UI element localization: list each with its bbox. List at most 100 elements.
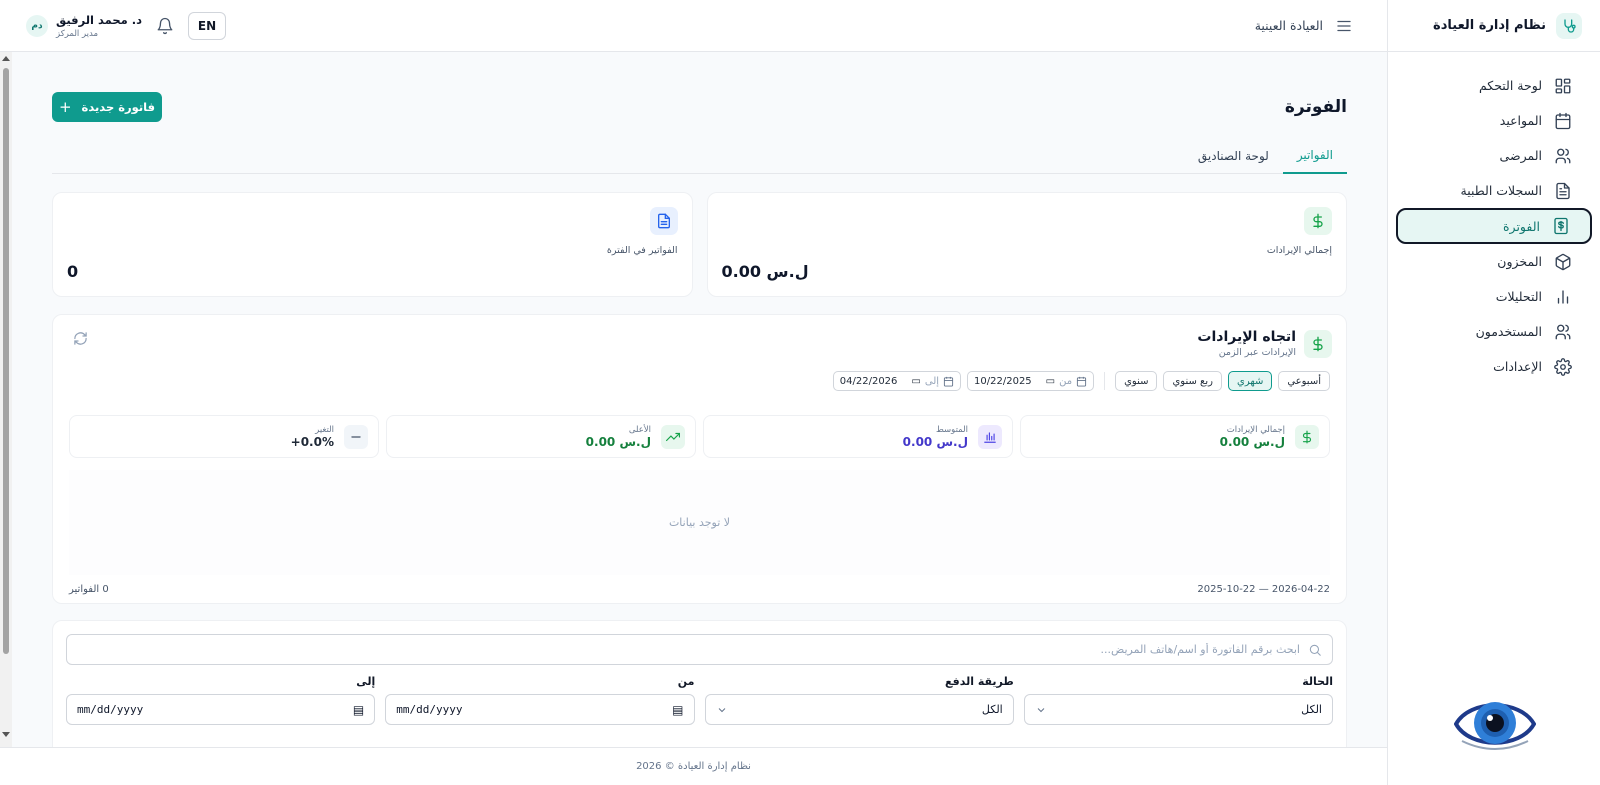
sidebar-item-analytics[interactable]: التحليلات	[1396, 279, 1592, 314]
period-monthly[interactable]: شهري	[1228, 371, 1273, 391]
calendar-picker-icon[interactable]: ▭	[911, 376, 920, 387]
sidebar-item-dashboard[interactable]: لوحة التحكم	[1396, 68, 1592, 103]
from-label: من	[1059, 375, 1073, 387]
mini-label: الأعلى	[628, 424, 651, 435]
period-yearly[interactable]: سنوي	[1115, 371, 1158, 391]
search-input[interactable]	[77, 643, 1300, 656]
status-label: الحالة	[1302, 675, 1333, 688]
tab-invoices[interactable]: الفواتير	[1282, 138, 1347, 174]
main-content: الفوترة فاتورة جديدة + الفواتير لوحة الص…	[12, 52, 1387, 747]
trend-invoice-count: 0 الفواتير	[69, 584, 109, 595]
mini-total-revenue: إجمالي الإيرادات 0.00 ل.س	[1020, 415, 1330, 458]
bar-chart-icon	[978, 424, 1002, 449]
stats-row: إجمالي الإيرادات 0.00 ل.س الفواتير في ال…	[52, 192, 1347, 297]
invoice-filters-card: الحالة الكل طريقة الدفع الكل من	[52, 620, 1347, 747]
user-role: مدير المركز	[56, 28, 99, 39]
stat-label: إجمالي الإيرادات	[1266, 245, 1332, 256]
mini-value: 0.00 ل.س	[1219, 434, 1285, 449]
from-date-value: mm/dd/yyyy	[396, 703, 463, 716]
calendar-icon	[1076, 376, 1087, 387]
brand[interactable]: نظام إدارة العيادة	[1388, 0, 1600, 52]
sidebar-item-patients[interactable]: المرضى	[1396, 138, 1592, 173]
page-footer: نظام إدارة العيادة © 2026	[0, 747, 1387, 785]
sidebar-item-billing[interactable]: الفوترة	[1396, 208, 1592, 244]
sidebar-item-label: المستخدمون	[1475, 324, 1542, 339]
chevron-down-icon	[1035, 704, 1047, 716]
page-title: الفوترة	[1284, 97, 1347, 117]
page-header: الفوترة فاتورة جديدة +	[52, 92, 1347, 122]
trend-to-date[interactable]: إلى ▭ 04/22/2026	[832, 371, 962, 391]
status-value: الكل	[1301, 703, 1322, 716]
box-icon	[1554, 253, 1572, 271]
mini-change: التغير +0.0%	[69, 415, 379, 458]
stat-value: 0	[67, 262, 79, 281]
period-quarterly[interactable]: ربع سنوي	[1163, 371, 1222, 391]
sidebar-item-medical-records[interactable]: السجلات الطبية	[1396, 173, 1592, 208]
tab-cash-boxes[interactable]: لوحة الصناديق	[1184, 138, 1283, 174]
calendar-picker-icon[interactable]: ▭	[1046, 376, 1055, 387]
payment-field: طريقة الدفع الكل	[704, 675, 1014, 725]
trend-summary-row: إجمالي الإيرادات 0.00 ل.س المتوسط 0.00 ل…	[69, 415, 1330, 458]
sidebar-item-appointments[interactable]: المواعيد	[1396, 103, 1592, 138]
mini-label: المتوسط	[935, 424, 968, 435]
stat-card-invoices: الفواتير في الفترة 0	[52, 192, 693, 297]
stethoscope-icon	[1556, 12, 1582, 39]
users-icon	[1554, 323, 1572, 341]
mini-value: +0.0%	[290, 434, 334, 449]
payment-select[interactable]: الكل	[704, 694, 1014, 725]
chart-empty-state: لا توجد بيانات	[69, 470, 1330, 575]
eye-logo	[1454, 693, 1536, 755]
sidebar-item-label: التحليلات	[1495, 289, 1542, 304]
mini-label: التغير	[315, 424, 334, 435]
calendar-icon	[943, 376, 954, 387]
trend-title: اتجاه الإيرادات	[1197, 329, 1296, 345]
trend-from-date[interactable]: من ▭ 10/22/2025	[967, 371, 1095, 391]
to-date-input[interactable]: ▤ mm/dd/yyyy	[66, 694, 376, 725]
calendar-icon[interactable]: ▤	[672, 703, 683, 717]
stat-card-revenue: إجمالي الإيرادات 0.00 ل.س	[706, 192, 1347, 297]
from-label: من	[677, 675, 695, 688]
to-date-value: 04/22/2026	[839, 375, 898, 387]
trend-subtitle: الإيرادات عبر الزمن	[1218, 347, 1296, 358]
menu-icon[interactable]	[1335, 17, 1353, 35]
minus-icon	[344, 424, 368, 449]
new-invoice-button[interactable]: فاتورة جديدة +	[52, 92, 162, 122]
dollar-icon	[1295, 424, 1319, 449]
sidebar-item-label: السجلات الطبية	[1460, 183, 1542, 198]
mini-label: إجمالي الإيرادات	[1226, 424, 1285, 435]
status-select[interactable]: الكل	[1023, 694, 1333, 725]
sidebar-item-label: المرضى	[1499, 148, 1542, 163]
sidebar-item-settings[interactable]: الإعدادات	[1396, 349, 1592, 384]
sidebar-item-users[interactable]: المستخدمون	[1396, 314, 1592, 349]
sidebar-item-label: لوحة التحكم	[1478, 78, 1542, 93]
file-icon	[649, 207, 678, 235]
period-weekly[interactable]: أسبوعي	[1278, 371, 1330, 391]
header-actions: د. محمد الرفيق مدير المركز دم EN	[26, 11, 227, 40]
trend-footer: 2025-10-22 — 2026-04-22 0 الفواتير	[69, 584, 1330, 595]
user-menu[interactable]: د. محمد الرفيق مدير المركز دم	[26, 13, 142, 39]
bell-icon[interactable]	[156, 17, 174, 35]
scroll-down-arrow[interactable]	[2, 732, 10, 737]
stat-label: الفواتير في الفترة	[606, 245, 678, 256]
language-button[interactable]: EN	[188, 11, 227, 40]
billing-tabs: الفواتير لوحة الصناديق	[52, 138, 1347, 174]
sidebar-nav: لوحة التحكم المواعيد المرضى السجلات الطب…	[1388, 52, 1600, 384]
trend-date-range: 2025-10-22 — 2026-04-22	[1197, 584, 1330, 595]
sidebar-item-inventory[interactable]: المخزون	[1396, 244, 1592, 279]
from-date-input[interactable]: ▤ mm/dd/yyyy	[385, 694, 695, 725]
scroll-thumb[interactable]	[3, 68, 9, 654]
sidebar: نظام إدارة العيادة لوحة التحكم المواعيد …	[1387, 0, 1600, 785]
top-header: العيادة العينية د. محمد الرفيق مدير المر…	[0, 0, 1387, 52]
page-scrollbar[interactable]	[0, 52, 12, 747]
stat-value: 0.00 ل.س	[721, 262, 809, 281]
billing-icon	[1552, 217, 1570, 235]
clinic-name: العيادة العينية	[1254, 18, 1323, 33]
calendar-icon[interactable]: ▤	[353, 703, 364, 717]
scroll-up-arrow[interactable]	[2, 56, 10, 61]
plus-icon: +	[58, 97, 72, 116]
mini-average: المتوسط 0.00 ل.س	[703, 415, 1013, 458]
refresh-icon[interactable]	[73, 331, 88, 346]
divider	[1104, 372, 1106, 390]
dollar-icon	[1304, 329, 1332, 358]
to-date-value: mm/dd/yyyy	[77, 703, 144, 716]
